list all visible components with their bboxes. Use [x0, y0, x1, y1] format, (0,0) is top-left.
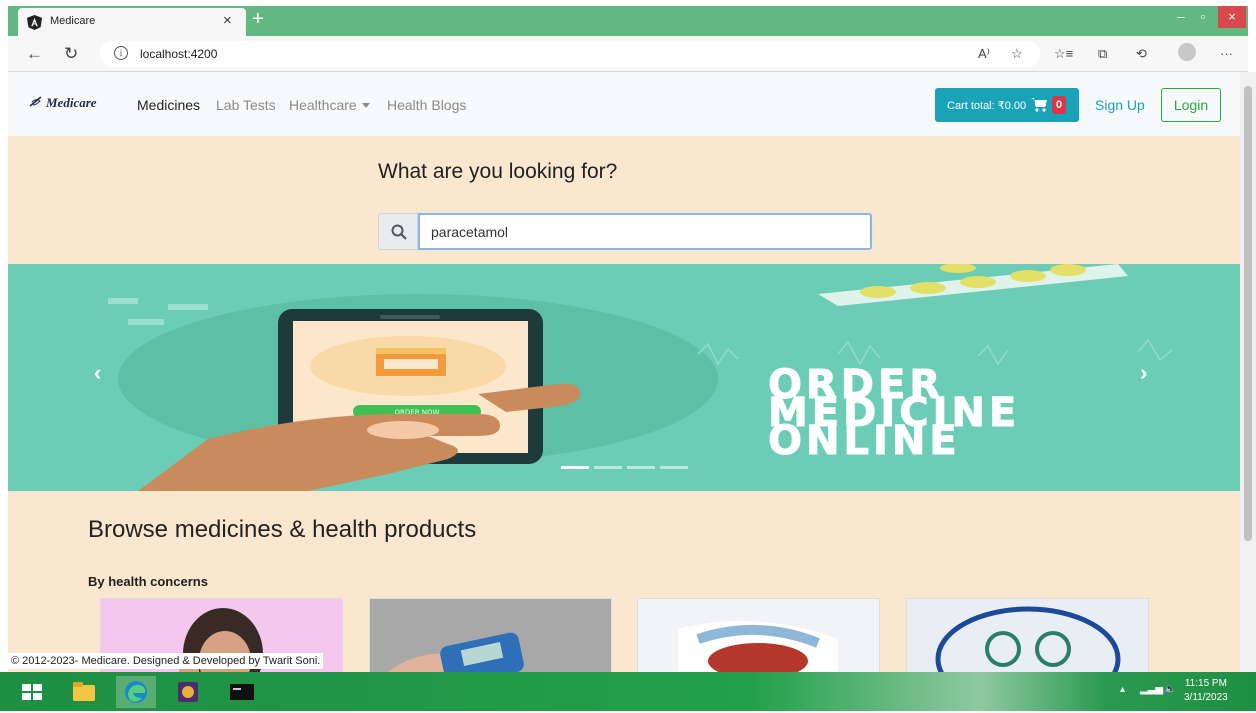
more-options-icon[interactable]: ···	[1220, 46, 1233, 61]
maximize-icon[interactable]: ▫	[1192, 6, 1214, 28]
show-hidden-icons-icon[interactable]: ▴	[1120, 684, 1125, 695]
browse-heading: Browse medicines & health products	[88, 516, 477, 543]
cart-button[interactable]: Cart total: ₹0.00 0	[935, 88, 1079, 122]
search-heading: What are you looking for?	[378, 160, 618, 183]
nav-link-health-blogs[interactable]: Health Blogs	[387, 97, 466, 113]
carousel-indicator-1[interactable]	[561, 466, 589, 469]
category-card-4[interactable]	[906, 598, 1149, 672]
address-bar[interactable]: i localhost:4200	[100, 41, 1040, 67]
health-concerns-subheading: By health concerns	[88, 574, 208, 589]
carousel-indicator-2[interactable]	[594, 466, 622, 469]
search-button[interactable]	[378, 213, 418, 250]
read-aloud-icon[interactable]: A⁾	[978, 46, 990, 62]
cart-count-badge: 0	[1052, 96, 1066, 114]
site-navbar: Medicare Medicines Lab Tests Healthcare …	[8, 72, 1240, 136]
search-icon	[391, 224, 407, 240]
brand-logo[interactable]: Medicare	[28, 95, 97, 111]
cart-total-label: Cart total: ₹0.00	[947, 100, 1027, 112]
carousel-indicator-3[interactable]	[627, 466, 655, 469]
volume-icon[interactable]: 🔈	[1164, 684, 1176, 695]
terminal-icon	[230, 684, 254, 700]
carousel-slide-illustration: ORDER NOW	[108, 264, 1173, 491]
page-scrollbar[interactable]	[1240, 72, 1256, 672]
terminal-taskbar-item[interactable]	[222, 676, 262, 708]
new-tab-icon[interactable]: +	[252, 8, 264, 31]
system-clock[interactable]: 11:15 PM 3/11/2023	[1184, 677, 1228, 705]
folder-icon	[73, 682, 95, 701]
carousel-next-icon[interactable]: ›	[1140, 360, 1147, 386]
tab-close-icon[interactable]: ×	[223, 12, 232, 29]
site-info-icon[interactable]: i	[114, 46, 128, 60]
site-footer: © 2012-2023- Medicare. Designed & Develo…	[8, 653, 324, 669]
clock-date: 3/11/2023	[1184, 692, 1228, 703]
login-button[interactable]: Login	[1161, 88, 1221, 122]
angular-favicon-icon	[27, 15, 42, 30]
brand-name: Medicare	[46, 95, 97, 110]
window-close-icon[interactable]: ×	[1218, 6, 1246, 28]
signup-link[interactable]: Sign Up	[1095, 97, 1145, 113]
nav-link-lab-tests[interactable]: Lab Tests	[216, 97, 276, 113]
address-toolbar: ← ↻ i localhost:4200 A⁾ ☆ ☆≡ ⧉ ⟲ ···	[8, 36, 1248, 72]
clock-time: 11:15 PM	[1184, 678, 1227, 689]
browser-tab[interactable]: Medicare ×	[18, 8, 246, 36]
category-image-3	[638, 599, 879, 672]
search-input[interactable]	[418, 213, 872, 250]
app-icon	[178, 682, 198, 702]
history-icon[interactable]: ⟲	[1136, 46, 1147, 62]
caduceus-icon	[29, 96, 42, 107]
search-group	[378, 213, 872, 250]
carousel-indicator-4[interactable]	[660, 466, 688, 469]
carousel-prev-icon[interactable]: ‹	[94, 360, 101, 386]
category-card-2[interactable]	[369, 598, 612, 672]
promo-carousel: ORDER NOW ORDER MEDICINE ONLINE ‹ ›	[8, 264, 1240, 491]
favorites-icon[interactable]: ☆≡	[1054, 46, 1073, 62]
scrollbar-thumb[interactable]	[1244, 86, 1252, 541]
browser-tab-strip: Medicare × + – ▫ ×	[8, 6, 1248, 36]
slide-heading-line-3: ONLINE	[768, 418, 961, 465]
caret-down-icon	[361, 103, 370, 108]
back-icon[interactable]: ←	[26, 44, 43, 64]
category-card-3[interactable]	[637, 598, 880, 672]
collections-icon[interactable]: ⧉	[1098, 46, 1107, 62]
file-explorer-taskbar-item[interactable]	[64, 676, 104, 708]
tab-title: Medicare	[50, 15, 96, 27]
category-image-4	[907, 599, 1148, 672]
minimize-icon[interactable]: –	[1170, 6, 1192, 28]
app-taskbar-item[interactable]	[168, 676, 208, 708]
add-favorite-icon[interactable]: ☆	[1011, 46, 1023, 62]
refresh-icon[interactable]: ↻	[64, 44, 78, 64]
windows-logo-icon	[22, 684, 42, 700]
healthcare-label: Healthcare	[289, 97, 357, 113]
profile-avatar[interactable]	[1178, 43, 1196, 61]
edge-browser-icon	[125, 681, 147, 703]
cart-icon	[1031, 98, 1047, 112]
windows-taskbar: ▴ ▂▃▅ 🔈 11:15 PM 3/11/2023	[0, 672, 1256, 711]
edge-taskbar-item[interactable]	[116, 676, 156, 708]
category-image-2	[370, 599, 611, 672]
nav-link-medicines[interactable]: Medicines	[137, 97, 200, 113]
network-icon[interactable]: ▂▃▅	[1140, 684, 1163, 695]
url-text: localhost:4200	[140, 47, 218, 61]
start-button[interactable]	[12, 676, 52, 708]
web-page: Medicare Medicines Lab Tests Healthcare …	[8, 72, 1240, 672]
nav-dropdown-healthcare[interactable]: Healthcare	[289, 97, 370, 113]
